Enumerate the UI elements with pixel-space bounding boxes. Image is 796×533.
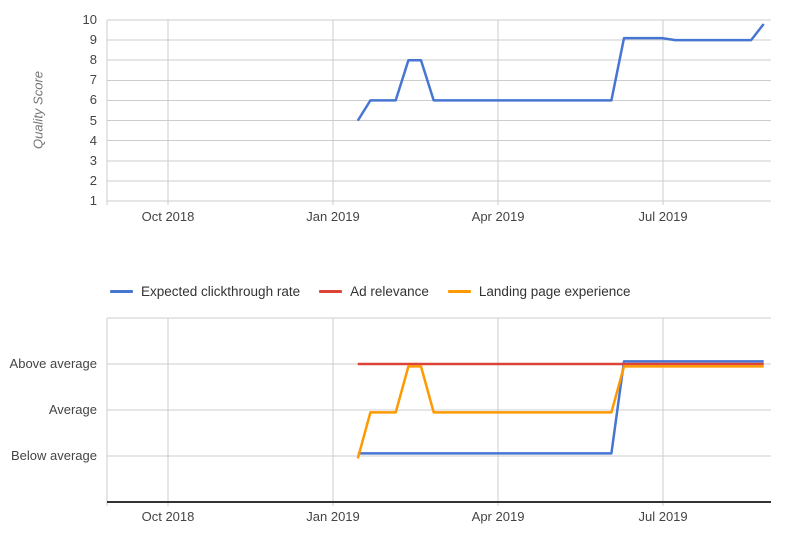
legend-line-swatch-icon [319, 290, 342, 293]
page: 12345678910Oct 2018Jan 2019Apr 2019Jul 2… [0, 0, 796, 533]
legend-label: Landing page experience [479, 284, 631, 299]
legend-label: Expected clickthrough rate [141, 284, 300, 299]
legend-item-landing-page-experience: Landing page experience [448, 284, 631, 299]
chart-legend: Expected clickthrough rate Ad relevance … [110, 283, 631, 299]
legend-item-expected-clickthrough-rate: Expected clickthrough rate [110, 284, 300, 299]
y-axis-title: Quality Score [31, 71, 46, 149]
legend-line-swatch-icon [110, 290, 133, 293]
component-rating-chart[interactable] [107, 318, 771, 502]
legend-item-ad-relevance: Ad relevance [319, 284, 429, 299]
legend-label: Ad relevance [350, 284, 429, 299]
quality-score-chart[interactable] [107, 20, 771, 205]
legend-line-swatch-icon [448, 290, 471, 293]
